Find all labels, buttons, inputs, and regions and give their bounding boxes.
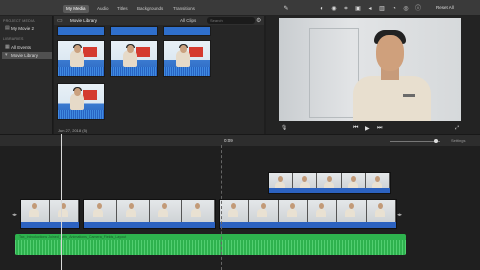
- volume-icon[interactable]: ◂: [366, 5, 374, 13]
- sidebar-toggle-icon[interactable]: ▭: [57, 17, 63, 24]
- sidebar-item-label: Movie Library: [11, 53, 39, 58]
- timeline-settings-button[interactable]: Settings: [451, 138, 465, 143]
- skip-forward-icon[interactable]: ⏭: [377, 125, 382, 132]
- sidebar-item-all-events[interactable]: ▦ All Events: [2, 44, 52, 51]
- info-icon[interactable]: ⓘ: [414, 5, 422, 13]
- play-icon[interactable]: ▶: [365, 125, 370, 132]
- clip-thumbnail[interactable]: [57, 83, 105, 120]
- sidebar-item-label: My Movie 2: [11, 26, 35, 31]
- clip-thumbnail[interactable]: [110, 40, 158, 77]
- timeline: ◂▸ ◂▸ Tax_Introductions Joined_with_Anim…: [0, 146, 480, 270]
- noise-reduction-icon[interactable]: ▥: [378, 5, 386, 13]
- calendar-icon: ▦: [5, 44, 10, 50]
- overlay-clip[interactable]: [268, 172, 391, 194]
- tab-backgrounds[interactable]: Backgrounds: [134, 5, 166, 13]
- media-browser: ▭ Movie Library All Clips Search ⚙ Jun 2…: [54, 16, 264, 134]
- browser-header: ▭ Movie Library All Clips Search ⚙: [54, 16, 264, 25]
- skip-back-icon[interactable]: ⏮: [353, 125, 358, 132]
- audio-waveform: [15, 240, 406, 255]
- clip-thumbnail[interactable]: [110, 26, 158, 36]
- sidebar-item-label: All Events: [11, 45, 32, 50]
- speed-icon[interactable]: ◔: [390, 5, 398, 13]
- libraries-heading: LIBRARIES: [3, 37, 24, 41]
- clip-thumbnail[interactable]: [57, 26, 105, 36]
- tab-my-media[interactable]: My Media: [63, 5, 89, 13]
- tab-titles[interactable]: Titles: [114, 5, 131, 13]
- skimmer-line: [221, 145, 222, 270]
- clip-trim-handle[interactable]: ◂▸: [397, 212, 402, 218]
- timeline-clip[interactable]: [83, 199, 216, 229]
- tab-transitions[interactable]: Transitions: [170, 5, 198, 13]
- event-date-label: Jun 27, 2018 (5): [58, 128, 88, 133]
- crop-icon[interactable]: ⌗: [342, 5, 350, 13]
- clip-filter-dropdown[interactable]: All Clips: [180, 18, 196, 23]
- film-icon: ▤: [5, 25, 10, 31]
- clip-trim-handle[interactable]: ◂▸: [12, 212, 17, 218]
- gear-icon[interactable]: ⚙: [256, 17, 261, 24]
- magic-wand-icon[interactable]: ✎: [282, 5, 290, 13]
- viewer: 🎙 ⏮ ▶ ⏭ ⤢: [266, 16, 480, 134]
- top-toolbar: My Media Audio Titles Backgrounds Transi…: [0, 0, 480, 16]
- sidebar-item-my-movie[interactable]: ▤ My Movie 2: [2, 25, 52, 32]
- clip-thumbnail[interactable]: [163, 26, 211, 36]
- playhead[interactable]: [61, 134, 62, 270]
- timeline-header: 0:09 Settings: [0, 134, 480, 146]
- viewer-frame: [279, 18, 461, 121]
- timeline-clip[interactable]: [20, 199, 80, 229]
- library-sidebar: PROJECT MEDIA ▤ My Movie 2 LIBRARIES ▦ A…: [0, 16, 53, 134]
- color-balance-icon[interactable]: ◐: [318, 5, 326, 13]
- clip-thumbnail[interactable]: [57, 40, 105, 77]
- timeline-clip[interactable]: [219, 199, 397, 229]
- microphone-icon[interactable]: 🎙: [281, 125, 287, 131]
- disclosure-triangle-icon: ▾: [5, 52, 8, 58]
- reset-all-button[interactable]: Reset All: [436, 5, 454, 10]
- tab-audio[interactable]: Audio: [94, 5, 112, 13]
- color-correction-icon[interactable]: ◉: [330, 5, 338, 13]
- filter-icon[interactable]: ◎: [402, 5, 410, 13]
- zoom-slider[interactable]: [390, 141, 440, 142]
- fullscreen-icon[interactable]: ⤢: [455, 125, 459, 131]
- search-input[interactable]: Search: [207, 17, 255, 24]
- background-audio-clip[interactable]: Tax_Introductions Joined_with_Animations…: [15, 234, 406, 255]
- sidebar-item-movie-library[interactable]: ▾ Movie Library: [2, 52, 52, 59]
- project-media-heading: PROJECT MEDIA: [3, 19, 35, 23]
- zoom-slider-knob[interactable]: [434, 139, 438, 143]
- timecode: 0:09: [224, 138, 233, 143]
- browser-title: Movie Library: [70, 18, 98, 23]
- stabilization-icon[interactable]: ▣: [354, 5, 362, 13]
- clip-thumbnail[interactable]: [163, 40, 211, 77]
- audio-clip-label: Tax_Introductions Joined_with_Animations…: [19, 235, 127, 239]
